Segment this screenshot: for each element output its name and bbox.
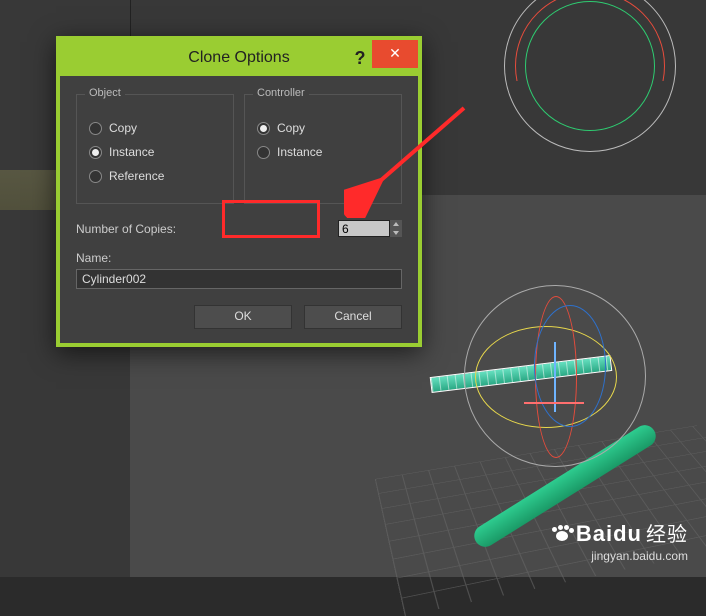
watermark: Baidu经验 jingyan.baidu.com — [552, 518, 688, 563]
object-group: Object Copy Instance Reference — [76, 94, 234, 204]
rotation-gizmo-axis — [554, 342, 556, 412]
dialog-body: Object Copy Instance Reference Controlle… — [60, 76, 418, 343]
object-reference-radio[interactable]: Reference — [89, 169, 223, 183]
spinner-buttons[interactable] — [390, 220, 402, 237]
rotation-gizmo-top — [504, 0, 676, 152]
copies-spinner[interactable] — [338, 220, 402, 237]
radio-label: Instance — [109, 145, 154, 159]
cancel-button[interactable]: Cancel — [304, 305, 402, 329]
copies-label: Number of Copies: — [76, 222, 176, 236]
radio-label: Instance — [277, 145, 322, 159]
radio-icon — [89, 170, 102, 183]
watermark-brand: Baidu经验 — [552, 518, 688, 547]
controller-copy-radio[interactable]: Copy — [257, 121, 391, 135]
paw-icon — [552, 525, 574, 543]
clone-options-dialog: Clone Options ? ✕ Object Copy Instance R… — [56, 36, 422, 347]
dialog-title: Clone Options — [188, 49, 289, 67]
name-input[interactable] — [76, 269, 402, 289]
radio-icon — [257, 122, 270, 135]
controller-instance-radio[interactable]: Instance — [257, 145, 391, 159]
controller-group: Controller Copy Instance — [244, 94, 402, 204]
dialog-titlebar[interactable]: Clone Options ? ✕ — [60, 40, 418, 76]
object-group-legend: Object — [85, 87, 125, 99]
radio-icon — [89, 122, 102, 135]
object-instance-radio[interactable]: Instance — [89, 145, 223, 159]
radio-icon — [89, 146, 102, 159]
controller-group-legend: Controller — [253, 87, 309, 99]
name-label: Name: — [76, 251, 402, 265]
close-button[interactable]: ✕ — [372, 40, 418, 68]
watermark-brand-cn: 经验 — [646, 524, 688, 546]
help-icon[interactable]: ? — [348, 46, 372, 70]
object-copy-radio[interactable]: Copy — [89, 121, 223, 135]
watermark-url: jingyan.baidu.com — [552, 549, 688, 563]
radio-icon — [257, 146, 270, 159]
radio-label: Copy — [109, 121, 137, 135]
watermark-brand-en: Baidu — [576, 521, 642, 546]
radio-label: Reference — [109, 169, 164, 183]
rotation-gizmo-inner — [534, 305, 606, 427]
ok-button[interactable]: OK — [194, 305, 292, 329]
copies-row: Number of Copies: — [76, 220, 402, 237]
copies-input[interactable] — [338, 220, 390, 237]
radio-label: Copy — [277, 121, 305, 135]
